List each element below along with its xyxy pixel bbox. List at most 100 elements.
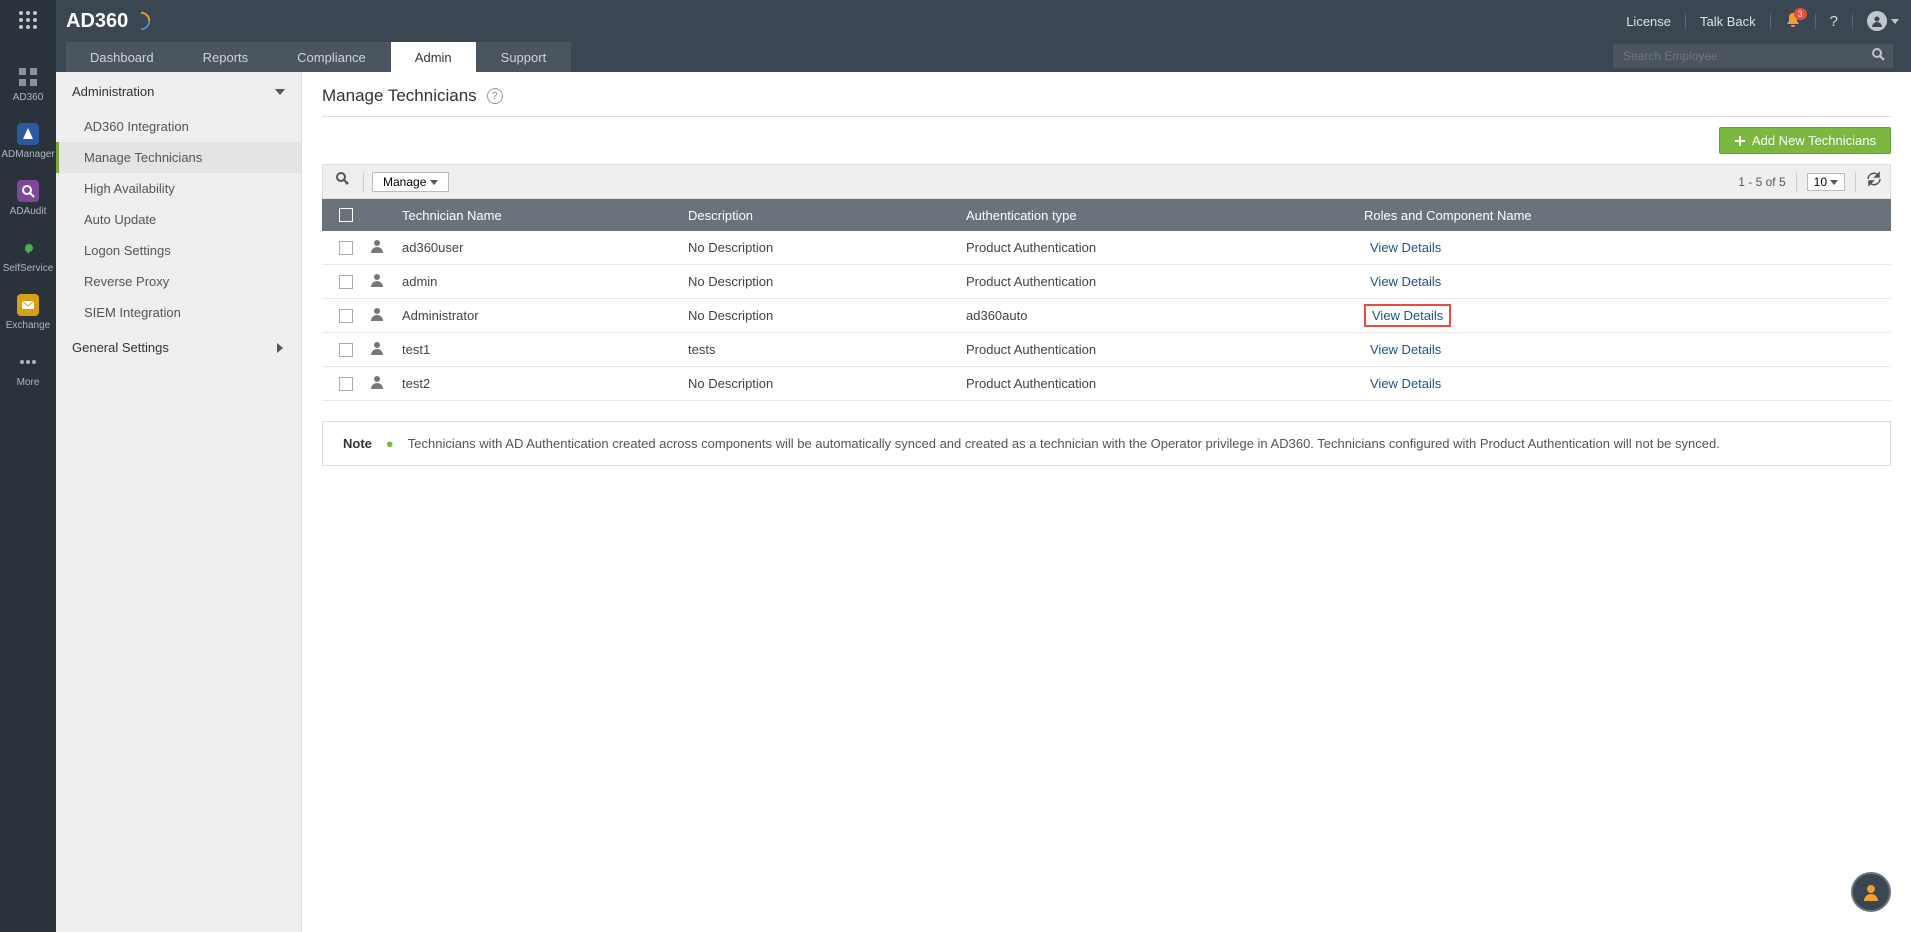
bullet-icon: ● xyxy=(386,436,394,451)
rail-label: SelfService xyxy=(3,263,54,274)
lp-siem-integration[interactable]: SIEM Integration xyxy=(56,297,301,328)
actions-row: Add New Technicians xyxy=(322,117,1891,164)
brand-text: AD360 xyxy=(66,10,128,33)
separator xyxy=(1685,13,1686,29)
notif-badge: 3 xyxy=(1794,8,1807,20)
cell-desc: No Description xyxy=(688,376,966,391)
pagesize-dropdown[interactable]: 10 xyxy=(1807,173,1845,191)
rail-ad360[interactable]: AD360 xyxy=(0,56,56,113)
lp-manage-technicians[interactable]: Manage Technicians xyxy=(56,142,301,173)
chevron-down-icon xyxy=(430,178,438,186)
rail-adaudit[interactable]: ADAudit xyxy=(0,170,56,227)
col-technician-name[interactable]: Technician Name xyxy=(398,208,688,223)
lp-high-availability[interactable]: High Availability xyxy=(56,173,301,204)
view-details-link[interactable]: View Details xyxy=(1364,272,1447,291)
license-link[interactable]: License xyxy=(1626,14,1671,29)
rail-label: More xyxy=(17,377,40,388)
tab-support[interactable]: Support xyxy=(477,42,572,72)
rail-exchange[interactable]: Exchange xyxy=(0,284,56,341)
cell-name: test2 xyxy=(398,376,688,391)
user-icon xyxy=(370,307,384,321)
cell-desc: No Description xyxy=(688,240,966,255)
separator xyxy=(1796,172,1797,192)
separator xyxy=(1852,13,1853,29)
topbar: AD360 License Talk Back 3 ? xyxy=(0,0,1911,42)
rail-label: ADAudit xyxy=(10,206,47,217)
rail-admanager[interactable]: ADManager xyxy=(0,113,56,170)
rail-more[interactable]: More xyxy=(0,341,56,398)
view-details-link[interactable]: View Details xyxy=(1364,340,1447,359)
separator xyxy=(1815,13,1816,29)
cell-auth: Product Authentication xyxy=(966,240,1364,255)
lp-logon-settings[interactable]: Logon Settings xyxy=(56,235,301,266)
table-toolbar: Manage 1 - 5 of 5 10 xyxy=(322,164,1891,199)
search-input[interactable] xyxy=(1613,49,1863,63)
lp-auto-update[interactable]: Auto Update xyxy=(56,204,301,235)
select-all-checkbox[interactable] xyxy=(339,208,353,222)
page-title: Manage Technicians xyxy=(322,86,477,106)
row-checkbox[interactable] xyxy=(339,343,353,357)
view-details-link[interactable]: View Details xyxy=(1364,374,1447,393)
apps-grid-icon[interactable] xyxy=(16,8,40,32)
row-checkbox[interactable] xyxy=(339,309,353,323)
page-help-icon[interactable]: ? xyxy=(487,88,503,104)
rail-label: ADManager xyxy=(1,149,54,160)
table-body: ad360userNo DescriptionProduct Authentic… xyxy=(322,231,1891,401)
separator xyxy=(1770,13,1771,29)
refresh-button[interactable] xyxy=(1866,171,1882,192)
cell-auth: Product Authentication xyxy=(966,376,1364,391)
search-employee[interactable] xyxy=(1613,44,1893,68)
col-roles[interactable]: Roles and Component Name xyxy=(1364,208,1891,223)
tab-dashboard[interactable]: Dashboard xyxy=(66,42,179,72)
row-checkbox[interactable] xyxy=(339,241,353,255)
page-title-row: Manage Technicians ? xyxy=(322,86,1891,117)
table-row: test2No DescriptionProduct Authenticatio… xyxy=(322,367,1891,401)
brand-logo[interactable]: AD360 xyxy=(66,10,152,33)
tab-reports[interactable]: Reports xyxy=(179,42,274,72)
user-icon xyxy=(370,239,384,253)
assistant-fab[interactable] xyxy=(1851,872,1891,912)
view-details-link[interactable]: View Details xyxy=(1364,238,1447,257)
cell-auth: Product Authentication xyxy=(966,274,1364,289)
general-settings-section[interactable]: General Settings xyxy=(56,328,301,367)
user-icon xyxy=(370,341,384,355)
view-details-link[interactable]: View Details xyxy=(1364,304,1451,327)
cell-auth: ad360auto xyxy=(966,308,1364,323)
rail-selfservice[interactable]: SelfService xyxy=(0,227,56,284)
row-checkbox[interactable] xyxy=(339,275,353,289)
lp-reverse-proxy[interactable]: Reverse Proxy xyxy=(56,266,301,297)
nav-tabs: Dashboard Reports Compliance Admin Suppo… xyxy=(0,42,1911,72)
separator xyxy=(363,172,364,192)
cell-name: admin xyxy=(398,274,688,289)
col-auth-type[interactable]: Authentication type xyxy=(966,208,1364,223)
administration-section[interactable]: Administration xyxy=(56,72,301,111)
col-description[interactable]: Description xyxy=(688,208,966,223)
left-panel: Administration AD360 Integration Manage … xyxy=(56,72,302,932)
rail-label: Exchange xyxy=(6,320,50,331)
notifications-button[interactable]: 3 xyxy=(1785,12,1801,31)
table-row: AdministratorNo Descriptionad360autoView… xyxy=(322,299,1891,333)
tab-admin[interactable]: Admin xyxy=(391,42,477,72)
cell-name: test1 xyxy=(398,342,688,357)
chevron-down-icon xyxy=(1830,178,1838,186)
row-checkbox[interactable] xyxy=(339,377,353,391)
help-button[interactable]: ? xyxy=(1830,13,1838,30)
avatar-icon xyxy=(1867,11,1887,31)
talkback-link[interactable]: Talk Back xyxy=(1700,14,1756,29)
search-icon[interactable] xyxy=(1863,47,1893,66)
add-technicians-button[interactable]: Add New Technicians xyxy=(1719,127,1891,154)
lp-ad360-integration[interactable]: AD360 Integration xyxy=(56,111,301,142)
cell-desc: No Description xyxy=(688,308,966,323)
rail-label: AD360 xyxy=(13,92,44,103)
cell-desc: tests xyxy=(688,342,966,357)
user-icon xyxy=(370,375,384,389)
main-content: Manage Technicians ? Add New Technicians… xyxy=(302,72,1911,932)
section-label: Administration xyxy=(72,84,154,99)
manage-dropdown[interactable]: Manage xyxy=(372,172,449,192)
user-menu[interactable] xyxy=(1867,11,1899,31)
tab-compliance[interactable]: Compliance xyxy=(273,42,391,72)
table-header: Technician Name Description Authenticati… xyxy=(322,199,1891,231)
pager-text: 1 - 5 of 5 xyxy=(1738,175,1785,189)
table-search-icon[interactable] xyxy=(331,169,355,194)
table-row: ad360userNo DescriptionProduct Authentic… xyxy=(322,231,1891,265)
